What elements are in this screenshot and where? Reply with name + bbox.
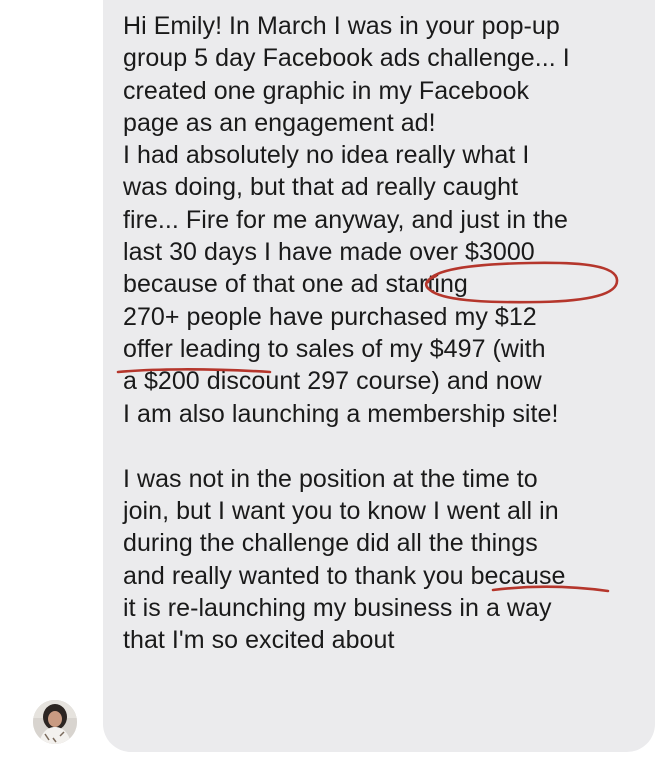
message-line: I am also launching a membership site! [123, 399, 559, 428]
message-line: offer leading to sales of my $497 (with [123, 334, 546, 363]
message-line: because of that one ad starting [123, 270, 468, 299]
message-line: group 5 day Facebook ads challenge... I [123, 44, 570, 73]
message-line: I had absolutely no idea really what I [123, 141, 530, 170]
message-line: created one graphic in my Facebook [123, 76, 530, 105]
message-line: during the challenge did all the things [123, 529, 538, 558]
avatar-photo-icon [33, 700, 77, 744]
message-line: a $200 discount 297 course) and now [123, 367, 542, 396]
message-line: fire... Fire for me anyway, and just in … [123, 205, 568, 234]
message-line: I was not in the position at the time to [123, 464, 538, 493]
message-line: last 30 days I have made over $3000 [123, 238, 535, 267]
message-line: it is re-launching my business in a way [123, 594, 552, 623]
message-line: page as an engagement ad! [123, 108, 436, 137]
message-line: 270+ people have purchased my $12 [123, 302, 537, 331]
message-line: that I'm so excited about [123, 626, 395, 655]
message-line: and really wanted to thank you because [123, 561, 566, 590]
message-line: Hi Emily! In March I was in your pop-up [123, 12, 560, 40]
message-line: was doing, but that ad really caught [123, 173, 519, 202]
sender-avatar[interactable] [33, 700, 77, 744]
message-line: join, but I want you to know I went all … [123, 497, 559, 526]
message-text: Hi Emily! In March I was in your pop-up … [123, 10, 648, 657]
